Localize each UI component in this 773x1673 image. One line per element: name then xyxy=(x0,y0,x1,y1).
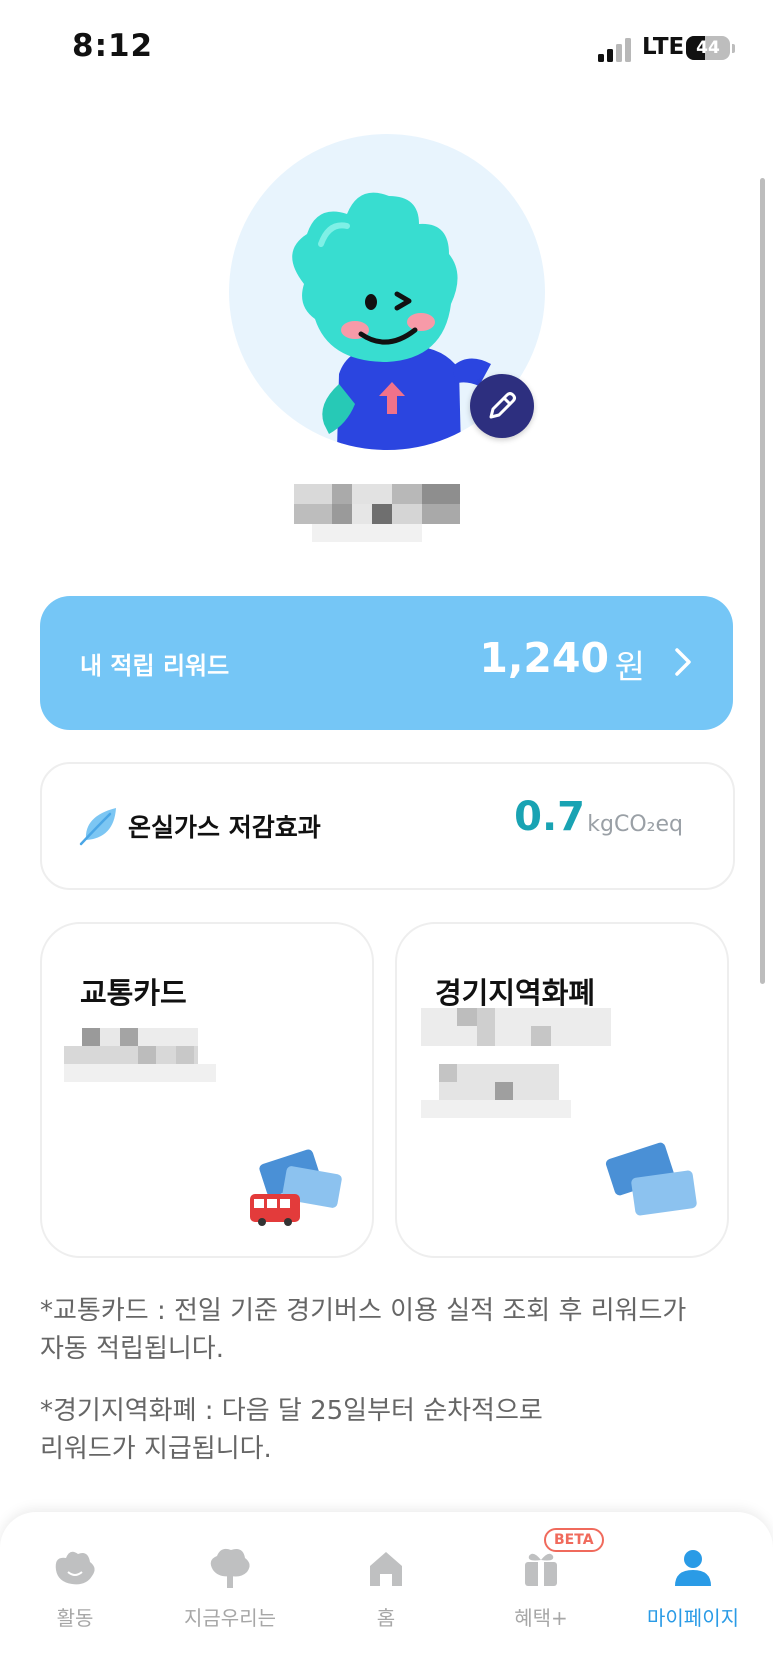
nav-label-activity: 활동 xyxy=(56,1606,94,1630)
nav-item-home[interactable]: 홈 xyxy=(311,1540,461,1631)
edit-profile-button[interactable] xyxy=(470,374,534,438)
note-transit-line-1: *교통카드 : 전일 기준 경기버스 이용 실적 조회 후 리워드가 xyxy=(40,1296,687,1326)
greenhouse-label: 온실가스 저감효과 xyxy=(128,813,321,842)
signal-icon xyxy=(598,38,631,62)
note-transit: *교통카드 : 전일 기준 경기버스 이용 실적 조회 후 리워드가 자동 적립… xyxy=(40,1292,686,1368)
nav-item-mypage[interactable]: 마이페이지 xyxy=(618,1540,768,1631)
transit-card[interactable]: 교통카드 xyxy=(40,922,374,1258)
transit-card-info-redacted xyxy=(64,1028,216,1084)
note-local-currency-line-2: 리워드가 지급됩니다. xyxy=(40,1434,272,1464)
nav-item-now[interactable]: 지금우리는 xyxy=(155,1540,305,1631)
beta-badge: BETA xyxy=(544,1528,604,1552)
transit-card-title: 교통카드 xyxy=(80,976,187,1010)
profile-name-redacted xyxy=(294,484,466,542)
cards-illustration xyxy=(605,1142,697,1216)
local-currency-info-redacted xyxy=(421,1008,631,1120)
bus-and-cards-illustration xyxy=(250,1149,342,1226)
note-local-currency-line-1: *경기지역화폐 : 다음 달 25일부터 순차적으로 xyxy=(40,1396,543,1426)
nav-label-now: 지금우리는 xyxy=(184,1606,276,1630)
status-bar: 8:12 LTE 44 xyxy=(0,0,773,96)
person-icon xyxy=(675,1550,711,1586)
pencil-icon xyxy=(489,392,516,419)
reward-card[interactable]: 내 적립 리워드 1,240 원 xyxy=(40,596,733,730)
reward-amount: 1,240 xyxy=(479,634,609,682)
network-label: LTE xyxy=(642,34,685,60)
local-currency-card-title: 경기지역화폐 xyxy=(435,976,596,1010)
greenhouse-value: 0.7 xyxy=(514,794,585,840)
greenhouse-unit: kgCO₂eq xyxy=(587,812,683,837)
reward-unit: 원 xyxy=(614,647,645,686)
nav-item-benefits[interactable]: 혜택+ xyxy=(466,1540,616,1631)
chevron-right-icon xyxy=(675,648,691,676)
leaf-icon xyxy=(79,808,116,846)
home-icon xyxy=(370,1552,402,1586)
battery-icon: 44 xyxy=(686,36,730,60)
nav-item-activity[interactable]: 활동 xyxy=(0,1540,150,1631)
profile-avatar xyxy=(229,134,545,450)
gift-icon xyxy=(525,1553,557,1586)
local-currency-card[interactable]: 경기지역화폐 xyxy=(395,922,729,1258)
battery-level: 44 xyxy=(696,38,720,58)
nav-label-benefits: 혜택+ xyxy=(514,1606,568,1630)
battery-nub xyxy=(732,44,735,53)
reward-label: 내 적립 리워드 xyxy=(80,652,230,680)
note-local-currency: *경기지역화폐 : 다음 달 25일부터 순차적으로 리워드가 지급됩니다. xyxy=(40,1392,543,1468)
bottom-nav: 활동 지금우리는 홈 혜택+ BETA 마이페이지 xyxy=(0,1512,773,1673)
scrollbar[interactable] xyxy=(760,178,765,984)
greenhouse-card: 온실가스 저감효과 0.7 kgCO₂eq xyxy=(40,762,735,890)
note-transit-line-2: 자동 적립됩니다. xyxy=(40,1334,224,1364)
status-time: 8:12 xyxy=(72,28,154,64)
nav-label-mypage: 마이페이지 xyxy=(647,1606,739,1630)
activity-mascot-icon xyxy=(55,1551,95,1585)
nav-label-home: 홈 xyxy=(376,1606,396,1630)
tree-icon xyxy=(210,1548,250,1588)
